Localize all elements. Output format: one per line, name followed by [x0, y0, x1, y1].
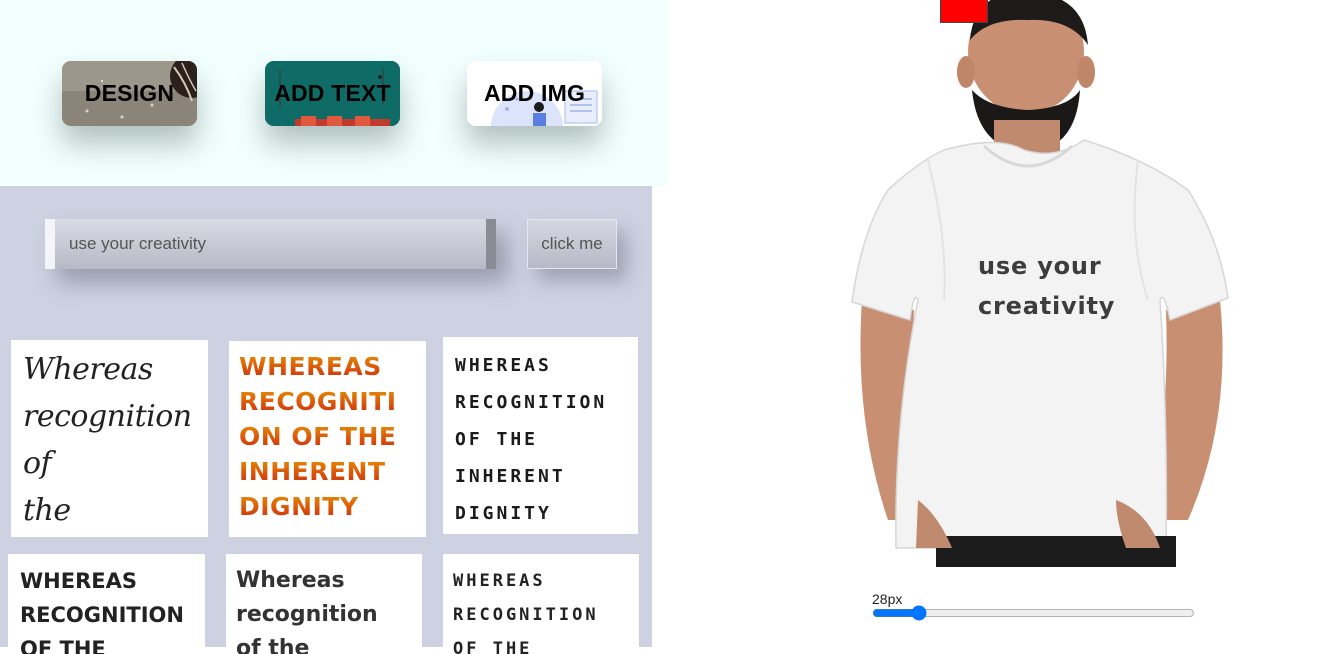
- tool-panel: DESIGN ADD TEXT ADD IMG: [0, 0, 668, 186]
- font-sample-line: WHEREAS: [239, 349, 416, 384]
- font-sample-line: OF THE: [453, 639, 533, 654]
- input-edge-left: [45, 219, 55, 269]
- editor-panel: click me Whereas recognition of the inhe…: [0, 186, 652, 654]
- font-sample-card[interactable]: WHEREAS RECOGNITION OF THE INHERENT DIGN…: [443, 337, 638, 534]
- font-sample-line: DIGNITY: [239, 489, 416, 524]
- font-sample-card[interactable]: WHEREAS RECOGNITION OF THE: [8, 554, 205, 654]
- font-sample-line: OF THE: [20, 637, 106, 654]
- shirt-print-text[interactable]: use your creativity: [978, 246, 1178, 326]
- font-sample-card[interactable]: WHEREAS RECOGNITION OF THE: [443, 554, 639, 654]
- font-sample-line: OF THE: [455, 429, 539, 450]
- font-sample-line: INHERENT: [455, 466, 566, 487]
- font-sample-card[interactable]: Whereas recognition of the: [226, 554, 422, 654]
- font-sample-line: ON OF THE: [239, 419, 416, 454]
- font-sample-line: recognition: [236, 602, 378, 627]
- font-sample-line: DIGNITY: [455, 503, 552, 524]
- add-img-button[interactable]: ADD IMG: [467, 61, 602, 126]
- font-sample-line: Whereas: [23, 352, 153, 387]
- add-text-button[interactable]: ADD TEXT: [265, 61, 400, 126]
- text-color-swatch[interactable]: [940, 0, 988, 23]
- font-sample-line: Whereas: [236, 568, 345, 593]
- font-sample-line: recognition of: [23, 399, 192, 481]
- font-sample-line: WHEREAS: [455, 355, 552, 376]
- font-sample-line: of the: [236, 636, 310, 654]
- font-sample-line: RECOGNITION: [453, 605, 599, 625]
- font-sample-line: RECOGNITION: [455, 392, 608, 413]
- text-input-frame: [45, 219, 496, 269]
- font-sample-line: RECOGNITION: [20, 603, 184, 627]
- font-sample-line: WHEREAS: [453, 571, 546, 591]
- design-label: DESIGN: [84, 80, 175, 106]
- shirt-text-line: creativity: [978, 292, 1116, 320]
- font-sample-line: the inherent: [23, 493, 71, 528]
- font-sample-card[interactable]: Whereas recognition of the inherent dign…: [11, 340, 208, 537]
- click-me-button[interactable]: click me: [527, 219, 617, 269]
- font-sample-line: RECOGNITI: [239, 384, 416, 419]
- input-edge-right: [486, 219, 496, 269]
- font-sample-line: WHEREAS: [20, 569, 137, 593]
- text-input[interactable]: [57, 219, 482, 269]
- add-img-label: ADD IMG: [483, 80, 586, 106]
- add-text-label: ADD TEXT: [274, 80, 391, 106]
- font-sample-line: INHERENT: [239, 454, 416, 489]
- font-size-slider[interactable]: [872, 604, 1195, 622]
- font-sample-card[interactable]: WHEREAS RECOGNITI ON OF THE INHERENT DIG…: [229, 341, 426, 537]
- shirt-text-line: use your: [978, 252, 1102, 280]
- design-button[interactable]: DESIGN: [62, 61, 197, 126]
